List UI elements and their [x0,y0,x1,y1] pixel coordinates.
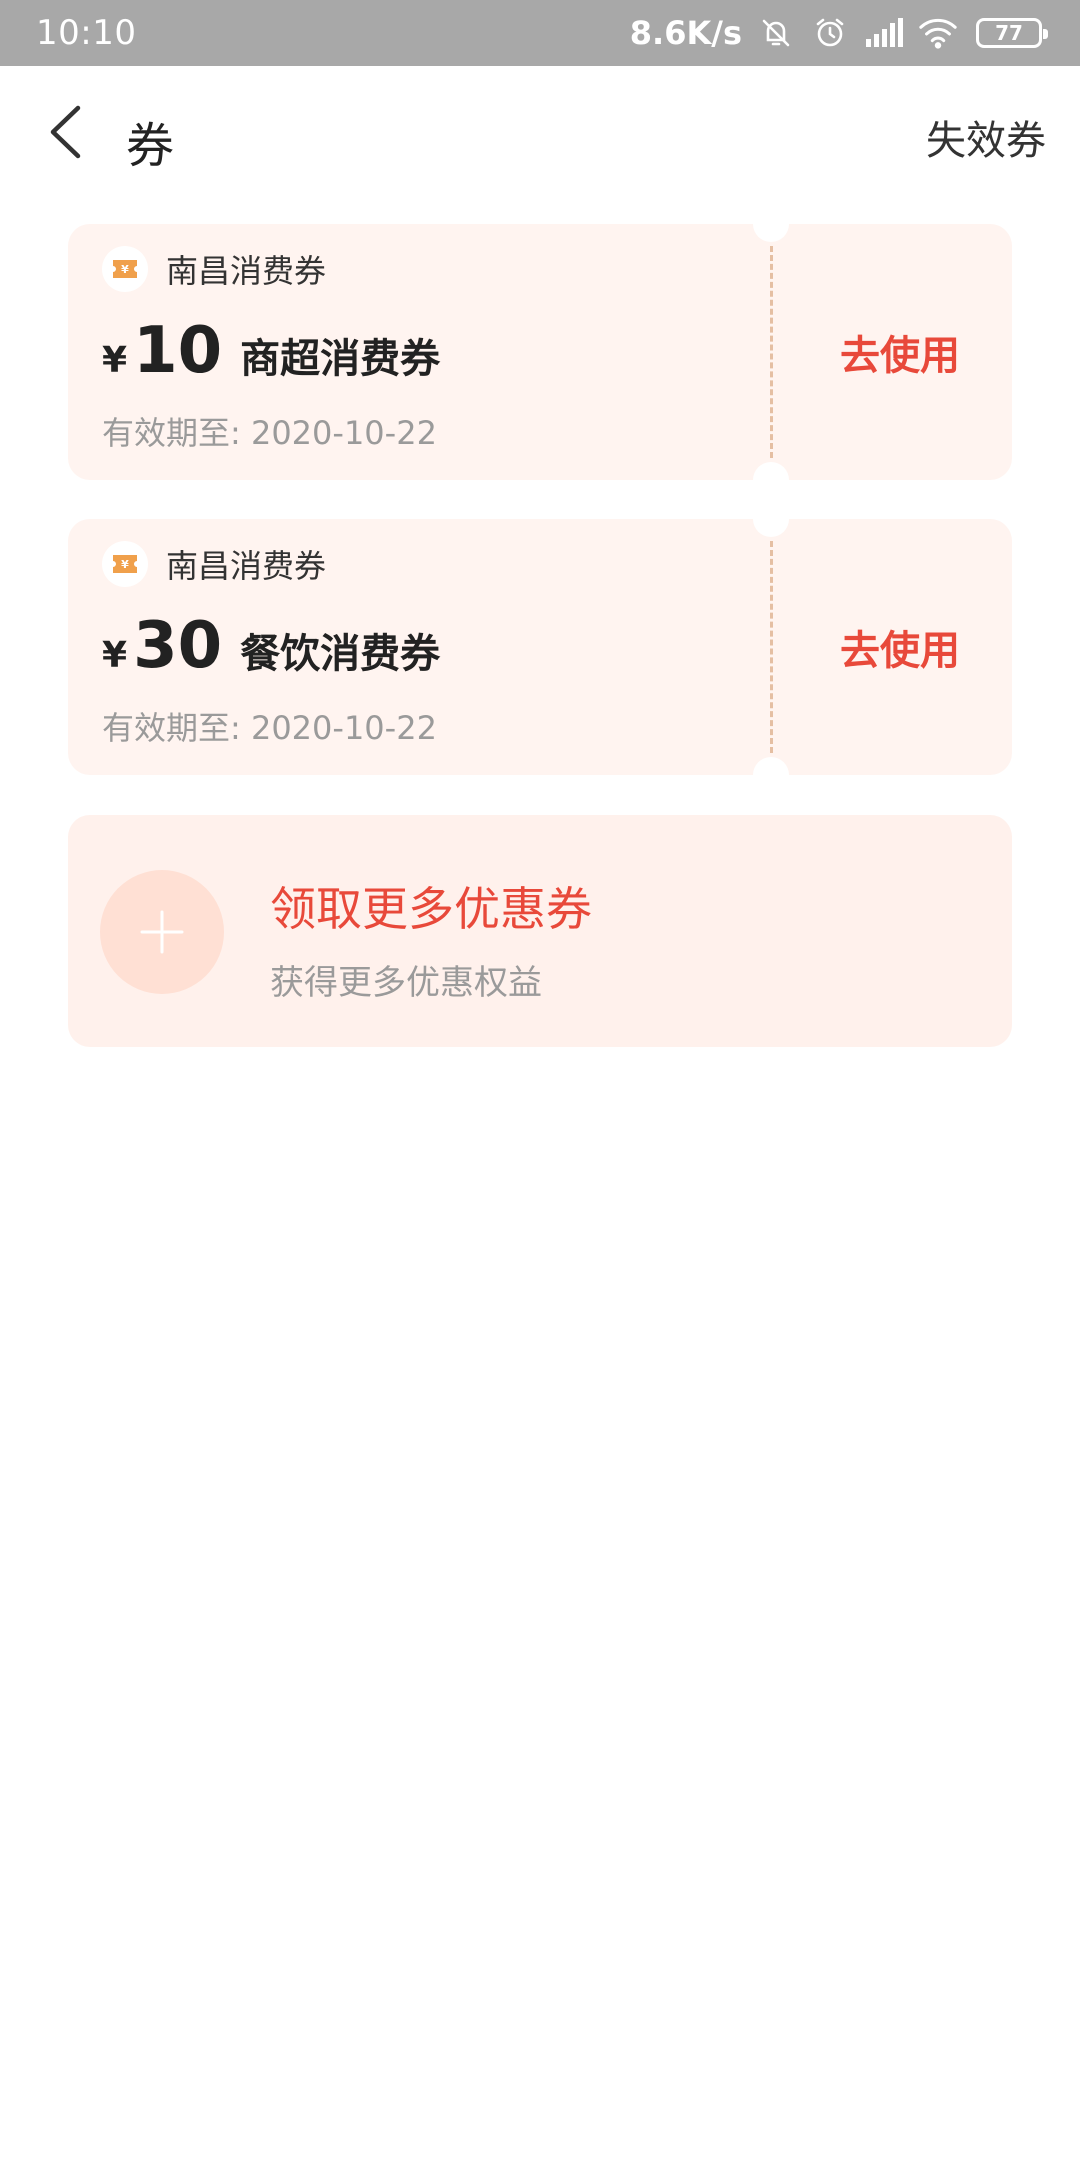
coupon-notch [753,206,789,242]
coupon-amount: 30 [133,609,223,683]
plus-icon [140,910,184,954]
use-coupon-button[interactable]: 去使用 [788,519,1012,775]
currency-symbol: ¥ [102,340,128,381]
expired-coupons-link[interactable]: 失效券 [926,108,1046,166]
more-coupons-title: 领取更多优惠券 [270,882,592,936]
ticket-icon: ¥ [102,541,148,587]
coupon-name: 商超消费券 [240,336,441,382]
coupon-brand: ¥ 南昌消费券 [102,541,326,587]
bell-off-icon [756,13,796,53]
status-right: 8.6K/s 77 [629,13,1048,53]
signal-icon [864,13,904,53]
coupon-validity: 有效期至: 2020-10-22 [102,709,437,747]
plus-button[interactable] [100,870,224,994]
alarm-icon [810,13,850,53]
back-button[interactable] [40,101,90,163]
use-coupon-button[interactable]: 去使用 [788,224,1012,480]
coupon-card: ¥ 南昌消费券 ¥ 10 商超消费券 有效期至: 2020-10-22 去使用 [68,206,1012,498]
svg-text:¥: ¥ [121,558,129,571]
get-more-coupons-card[interactable]: 领取更多优惠券 获得更多优惠权益 [68,815,1012,1047]
coupon-card: ¥ 南昌消费券 ¥ 30 餐饮消费券 有效期至: 2020-10-22 去使用 [68,501,1012,793]
coupon-name: 餐饮消费券 [240,631,441,677]
ticket-icon: ¥ [102,246,148,292]
status-bar: 10:10 8.6K/s 77 [0,0,1080,66]
page-title: 券 [126,118,175,174]
coupon-amount: 10 [133,314,223,388]
coupon-divider [770,246,773,458]
coupon-brand-label: 南昌消费券 [166,252,327,290]
network-speed: 8.6K/s [629,14,742,52]
svg-text:¥: ¥ [121,263,129,276]
coupon-notch [753,757,789,793]
wifi-icon [918,13,958,53]
battery-level: 77 [995,21,1023,45]
app-header: 券 失效券 [0,66,1080,201]
coupon-amount-row: ¥ 10 商超消费券 [102,314,440,388]
more-coupons-subtitle: 获得更多优惠权益 [270,963,542,1003]
coupon-amount-row: ¥ 30 餐饮消费券 [102,609,440,683]
coupon-notch [753,462,789,498]
chevron-left-icon [50,105,81,159]
status-time: 10:10 [36,13,137,53]
coupon-validity: 有效期至: 2020-10-22 [102,414,437,452]
battery-icon: 77 [976,18,1048,48]
coupon-brand-label: 南昌消费券 [166,547,327,585]
coupon-divider [770,541,773,753]
currency-symbol: ¥ [102,635,128,676]
coupon-notch [753,501,789,537]
coupon-brand: ¥ 南昌消费券 [102,246,326,292]
